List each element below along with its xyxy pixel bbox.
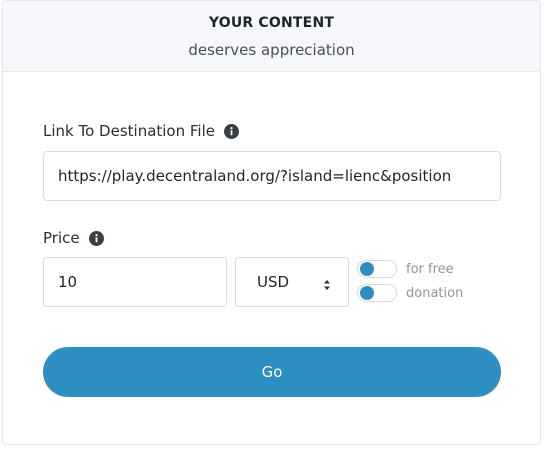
go-button[interactable]: Go <box>43 347 501 397</box>
toggle-row-donation: donation <box>357 284 463 302</box>
link-field-label-row: Link To Destination File <box>43 122 239 140</box>
price-field-label: Price <box>43 229 80 247</box>
payment-card: YOUR CONTENT deserves appreciation Link … <box>2 0 541 445</box>
link-input[interactable] <box>43 151 501 201</box>
toggle-knob <box>360 286 374 300</box>
price-field-label-row: Price <box>43 229 104 247</box>
donation-label: donation <box>406 285 464 301</box>
currency-selected-value: USD <box>257 273 290 291</box>
header-subtitle: deserves appreciation <box>188 41 355 59</box>
select-arrows-icon <box>323 277 331 290</box>
for-free-toggle[interactable] <box>357 260 397 278</box>
toggle-row-for-free: for free <box>357 260 454 278</box>
card-header: YOUR CONTENT deserves appreciation <box>3 1 540 72</box>
toggle-knob <box>360 262 374 276</box>
price-input[interactable] <box>43 257 227 307</box>
link-field-label: Link To Destination File <box>43 122 215 140</box>
currency-select[interactable]: USD <box>235 257 349 307</box>
donation-toggle[interactable] <box>357 284 397 302</box>
info-icon[interactable] <box>224 123 239 139</box>
for-free-label: for free <box>406 261 454 277</box>
info-icon[interactable] <box>88 230 104 246</box>
header-title: YOUR CONTENT <box>208 15 335 31</box>
